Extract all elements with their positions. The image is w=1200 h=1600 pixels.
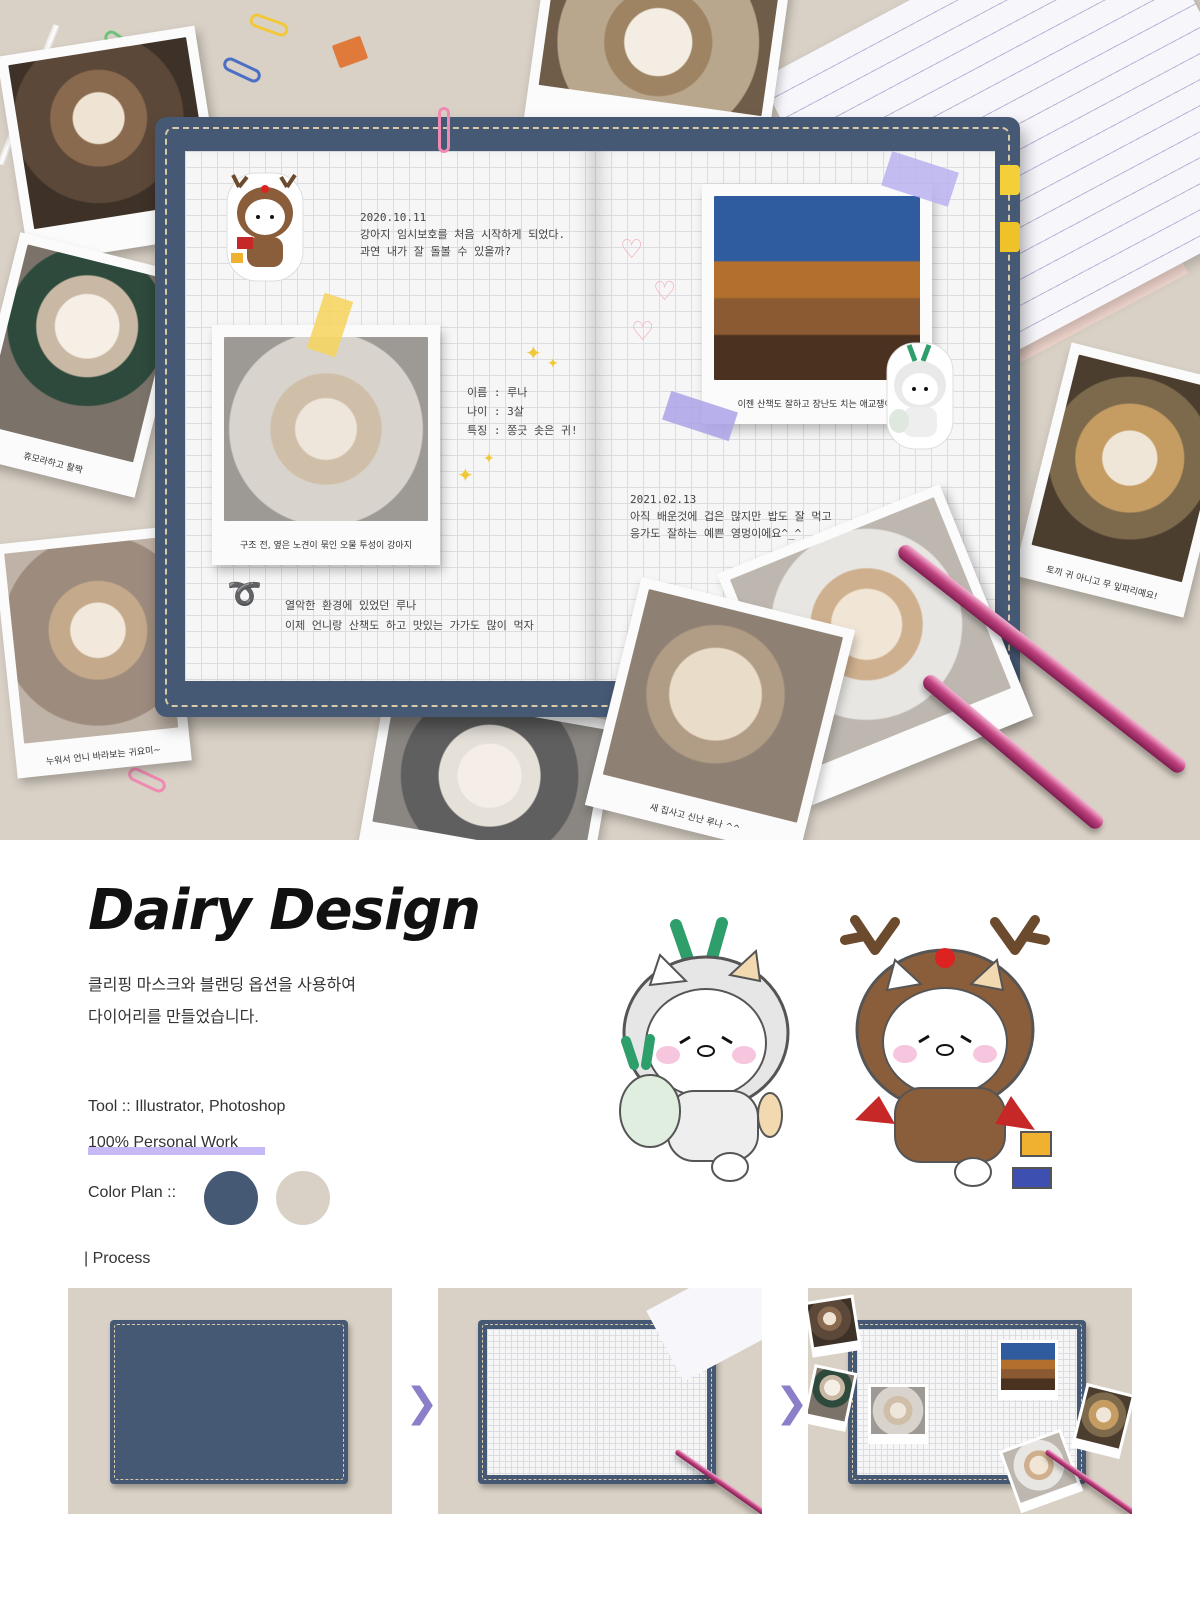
photo-caption: 구조 전, 옆은 노견이 묶인 오물 투성이 강아지 xyxy=(240,541,412,551)
paper-clip-icon xyxy=(438,107,450,153)
entry-line: 아직 배운것에 겁은 많지만 밥도 잘 먹고 xyxy=(630,510,832,523)
heart-icon: ♡ xyxy=(653,277,677,307)
description-line: 클리핑 마스크와 블랜딩 옵션을 사용하여 xyxy=(88,977,357,994)
diary-photo: 구조 전, 옆은 노견이 묶인 오물 투성이 강아지 xyxy=(212,325,440,565)
process-step-2 xyxy=(438,1288,762,1514)
reindeer-dog-sticker xyxy=(225,171,305,283)
color-swatch-navy xyxy=(204,1171,258,1225)
chevron-right-icon: ❯ xyxy=(405,1380,439,1426)
binder-clip-icon xyxy=(331,35,369,69)
dog-photo xyxy=(224,337,428,521)
profile-line: 이름 : 루나 xyxy=(467,386,528,399)
color-plan-label: Color Plan :: xyxy=(88,1184,177,1201)
radish-dog-character xyxy=(610,915,800,1195)
process-label: | Process xyxy=(84,1250,151,1267)
dog-photo xyxy=(4,537,179,744)
swirl-arrow-icon: ➰ xyxy=(227,577,262,610)
planner-index-tab xyxy=(1000,165,1020,195)
mini-photo xyxy=(868,1384,928,1444)
description: 클리핑 마스크와 블랜딩 옵션을 사용하여 다이어리를 만들었습니다. xyxy=(88,970,356,1034)
heart-icon: ♡ xyxy=(631,317,655,347)
profile-line: 특징 : 쫑긋 솟은 귀! xyxy=(467,424,578,437)
diary-left-page: 2020.10.11 강아지 임시보호를 처음 시작하게 되었다. 과연 내가 … xyxy=(185,151,595,681)
dog-photo xyxy=(1031,354,1200,583)
sparkle-icon: ✦ xyxy=(457,463,474,487)
heart-icon: ♡ xyxy=(620,235,644,265)
mini-page xyxy=(487,1329,597,1475)
bottom-line: 이제 언니랑 산책도 하고 맛있는 가가도 많이 먹자 xyxy=(285,619,534,632)
entry-line: 응가도 잘하는 예쁜 영멍이에요^_^ xyxy=(630,527,802,540)
paper-clip-icon xyxy=(125,765,169,795)
mini-photo xyxy=(998,1340,1058,1400)
planner-stitching xyxy=(114,1324,344,1480)
color-swatch-beige xyxy=(276,1171,330,1225)
paper-clip-icon xyxy=(247,11,291,39)
sparkle-icon: ✦ xyxy=(525,341,542,365)
entry-line: 과연 내가 잘 돌볼 수 있을까? xyxy=(360,245,512,258)
profile-line: 나이 : 3살 xyxy=(467,405,524,418)
polaroid-photo: 토끼 귀 아니고 무 잎파리예요! xyxy=(1013,342,1200,618)
description-line: 다이어리를 만들었습니다. xyxy=(88,1009,259,1026)
reindeer-dog-character xyxy=(835,910,1075,1210)
dog-photo xyxy=(538,0,780,117)
polaroid-caption: 누워서 언니 바라보는 귀요미~ xyxy=(45,745,162,768)
entry-date: 2020.10.11 xyxy=(360,211,427,224)
planner-index-tab xyxy=(1000,222,1020,252)
sparkle-icon: ✦ xyxy=(483,451,495,467)
entry-date: 2021.02.13 xyxy=(630,493,697,506)
page-title: Dairy Design xyxy=(88,878,481,943)
process-step-1 xyxy=(68,1288,392,1514)
chevron-right-icon: ❯ xyxy=(775,1380,809,1426)
paper-clip-icon xyxy=(220,55,264,85)
tool-info: Tool :: Illustrator, Photoshop xyxy=(88,1098,286,1115)
bottom-line: 열악한 환경에 있었던 루나 xyxy=(285,599,417,612)
entry-line: 강아지 임시보호를 처음 시작하게 되었다. xyxy=(360,228,566,241)
hero-diary-mockup: 휴모라하고 활짝 누워서 언니 바라보는 귀요미~ 토끼 귀 아니고 무 잎파리… xyxy=(0,0,1200,840)
personal-work-label: 100% Personal Work xyxy=(88,1134,238,1151)
mini-photo xyxy=(808,1294,863,1358)
radish-dog-sticker xyxy=(885,341,955,451)
dog-photo xyxy=(0,244,179,463)
process-step-3 xyxy=(808,1288,1132,1514)
dog-photo xyxy=(602,589,844,823)
sparkle-icon: ✦ xyxy=(547,356,559,372)
mini-planner xyxy=(110,1320,348,1484)
